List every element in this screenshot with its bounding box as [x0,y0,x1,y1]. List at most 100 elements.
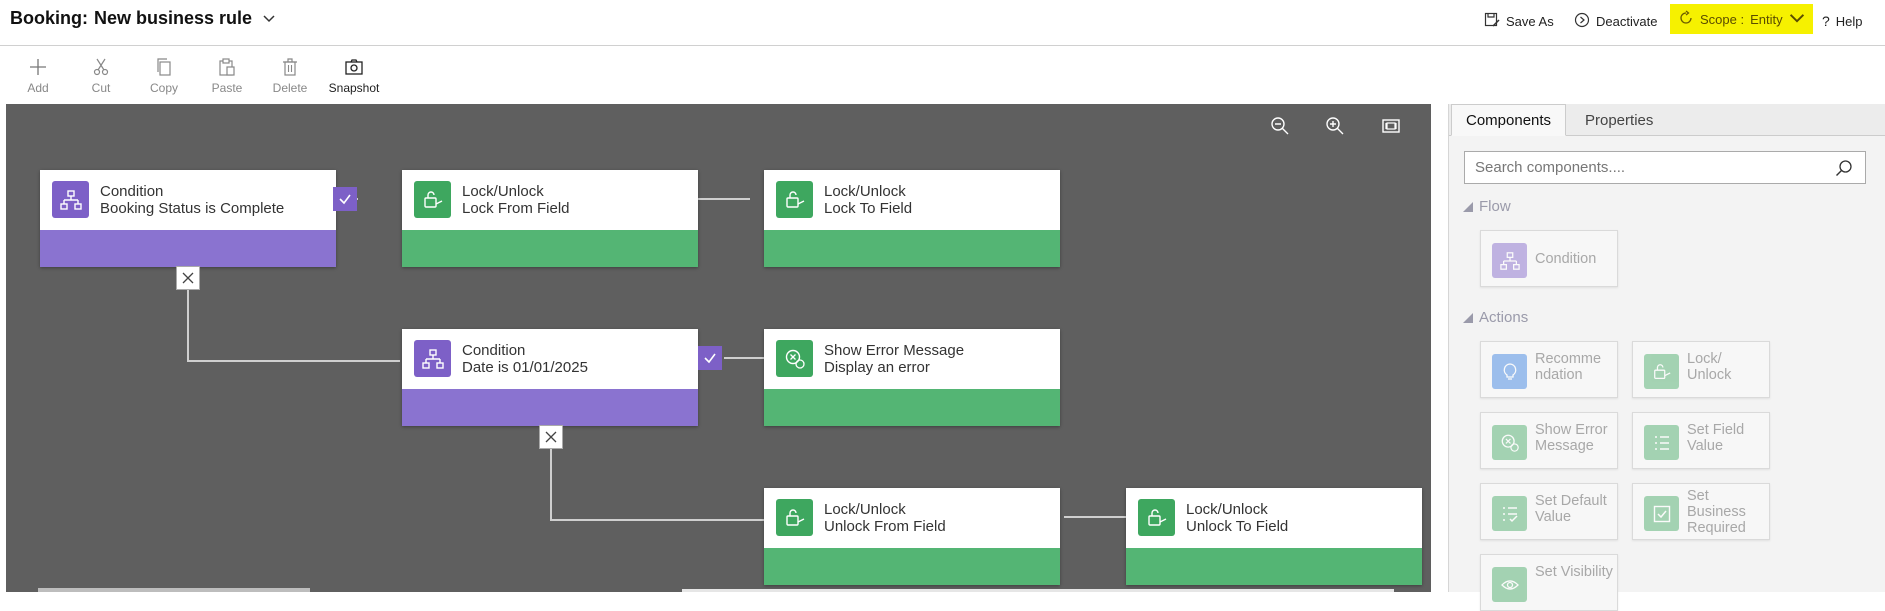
true-branch-check[interactable] [698,346,722,370]
fit-to-screen-button[interactable] [1379,114,1403,138]
lightbulb-icon [1492,354,1527,389]
collapse-triangle-icon [1463,312,1473,323]
false-branch-close[interactable] [176,266,200,290]
chevron-down-icon[interactable] [262,11,276,27]
zoom-out-button[interactable] [1268,114,1292,138]
list-check-icon [1492,496,1527,531]
help-button[interactable]: ? Help [1822,8,1863,34]
save-as-button[interactable]: Save As [1484,8,1554,34]
node-title: Lock/Unlock [824,501,906,518]
lock-unlock-icon [1138,499,1175,536]
connector [550,519,770,521]
entity-name: Booking: [10,8,88,28]
zoom-in-icon [1326,117,1344,135]
design-canvas[interactable]: Condition Booking Status is Complete Loc… [6,104,1431,592]
section-actions[interactable]: Actions [1463,309,1528,326]
component-set-field-value[interactable]: Set Field Value [1632,412,1770,469]
zoom-in-button[interactable] [1323,114,1347,138]
component-label: Set Visibility [1535,564,1613,580]
component-recommendation[interactable]: Recomme ndation [1480,341,1618,398]
check-icon [339,194,351,205]
delete-label: Delete [272,81,308,95]
toolbar: Add Cut Copy Paste Delete Snapshot [0,47,1885,103]
snapshot-button[interactable]: Snapshot [323,57,385,95]
component-condition[interactable]: Condition [1480,230,1618,287]
node-bar [764,230,1060,267]
plus-icon [30,59,46,75]
node-bar [402,389,698,426]
component-set-visibility[interactable]: Set Visibility [1480,554,1618,611]
lock-unlock-node[interactable]: Lock/Unlock Unlock To Field [1126,488,1422,585]
true-branch-check[interactable] [333,187,357,211]
component-label: Recomme ndation [1535,351,1602,383]
lock-unlock-node[interactable]: Lock/Unlock Lock To Field [764,170,1060,267]
condition-icon [52,181,89,218]
lock-unlock-icon [1644,354,1679,389]
chevron-down-icon [1789,10,1805,29]
camera-icon [345,59,363,75]
node-bar [764,389,1060,426]
close-icon [182,272,194,284]
cut-button[interactable]: Cut [70,57,132,95]
connector [187,360,400,362]
lock-unlock-node[interactable]: Lock/Unlock Unlock From Field [764,488,1060,585]
component-set-default-value[interactable]: Set Default Value [1480,483,1618,540]
tab-properties[interactable]: Properties [1571,104,1667,136]
eye-icon [1492,567,1527,602]
copy-icon [157,58,171,76]
node-subtitle: Unlock From Field [824,518,946,535]
cut-label: Cut [91,81,111,95]
scope-dropdown[interactable]: Scope : Entity [1670,4,1813,34]
rule-name: New business rule [94,8,253,28]
trash-icon [283,58,297,76]
search-box [1464,151,1866,184]
page-title[interactable]: Booking: New business rule [10,8,276,29]
node-title: Show Error Message [824,342,965,359]
node-bar [764,548,1060,585]
component-label: Show Error Message [1535,422,1608,454]
node-subtitle: Lock To Field [824,200,913,217]
error-message-icon [1492,425,1527,460]
command-header: Booking: New business rule Save As Deact… [0,0,1885,46]
lock-unlock-node[interactable]: Lock/Unlock Lock From Field [402,170,698,267]
deactivate-icon [1574,12,1590,31]
condition-node[interactable]: Condition Date is 01/01/2025 [402,329,698,426]
components-panel: Components Properties Flow Condition Act… [1448,104,1885,611]
node-bar [1126,548,1422,585]
node-bar [40,230,336,267]
node-subtitle: Unlock To Field [1186,518,1289,535]
section-flow-label: Flow [1479,198,1511,215]
delete-button[interactable]: Delete [259,57,321,95]
scope-icon [1678,9,1694,29]
scissors-icon [93,58,109,76]
snapshot-label: Snapshot [328,81,380,95]
add-button[interactable]: Add [7,57,69,95]
component-show-error[interactable]: Show Error Message [1480,412,1618,469]
node-subtitle: Booking Status is Complete [100,200,285,217]
scope-value: Entity [1750,11,1783,27]
condition-node[interactable]: Condition Booking Status is Complete [40,170,336,267]
component-label: Lock/ Unlock [1687,351,1732,383]
zoom-out-icon [1271,117,1289,135]
close-icon [545,431,557,443]
add-label: Add [27,81,49,95]
section-flow[interactable]: Flow [1463,198,1511,215]
deactivate-button[interactable]: Deactivate [1574,8,1657,34]
component-set-business-required[interactable]: Set Business Required [1632,483,1770,540]
false-branch-close[interactable] [539,425,563,449]
lock-unlock-icon [776,499,813,536]
component-lock-unlock[interactable]: Lock/ Unlock [1632,341,1770,398]
horizontal-scrollbar[interactable] [38,588,310,592]
fit-to-screen-icon [1382,119,1400,133]
help-icon: ? [1822,13,1830,29]
search-input[interactable] [1465,152,1805,183]
tab-components[interactable]: Components [1451,104,1567,136]
section-actions-label: Actions [1479,309,1529,326]
help-label: Help [1835,13,1863,29]
condition-icon [1492,243,1527,278]
paste-button[interactable]: Paste [196,57,258,95]
copy-button[interactable]: Copy [133,57,195,95]
show-error-node[interactable]: Show Error Message Display an error [764,329,1060,426]
save-as-icon [1484,12,1500,31]
search-icon[interactable] [1835,159,1853,177]
